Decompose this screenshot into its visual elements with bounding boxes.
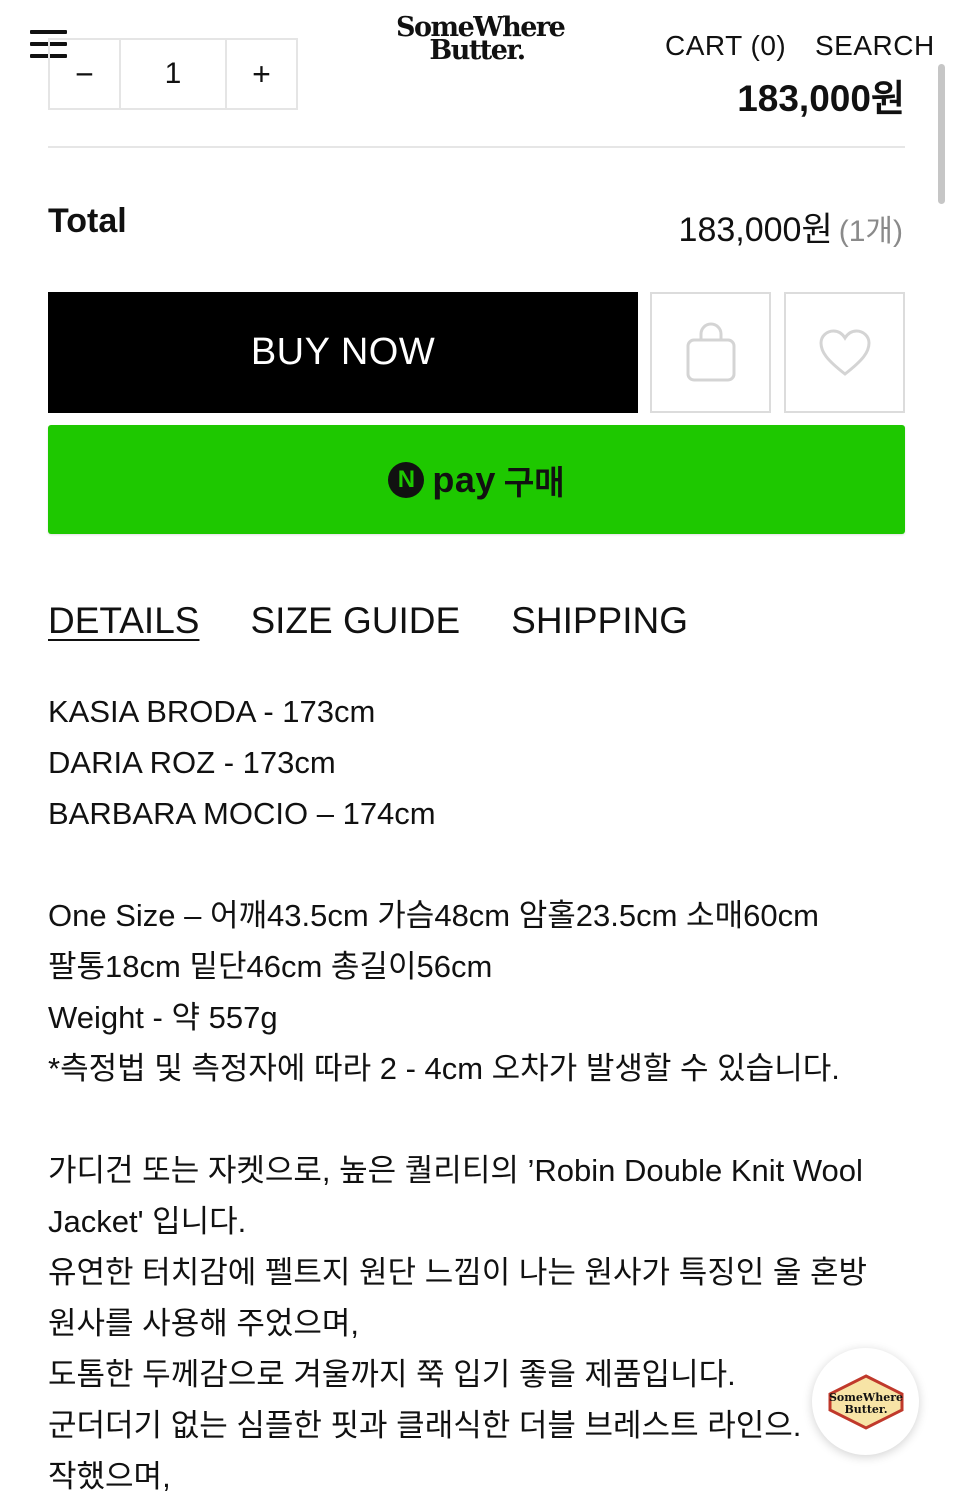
product-info-tabs: DETAILS SIZE GUIDE SHIPPING (48, 600, 739, 642)
naver-n-icon: N (388, 461, 425, 498)
weight-info-line: Weight - 약 557g (48, 1000, 278, 1035)
tab-details[interactable]: DETAILS (48, 600, 199, 642)
brand-logo[interactable]: SomeWhere Butter. (396, 14, 566, 80)
total-label: Total (48, 202, 127, 240)
description-line: Jacket' 입니다. (48, 1204, 247, 1239)
divider (48, 146, 905, 148)
description-line: 작했으며, (48, 1459, 171, 1494)
size-info-line: 팔통18cm 밑단46cm 총길이56cm (48, 949, 493, 984)
total-value: 183,000원 (1개) (679, 202, 903, 251)
description-line: 유연한 터치감에 펠트지 원단 느낌이 나는 원사가 특징인 울 혼방 (48, 1255, 868, 1290)
product-price: 183,000원 (737, 78, 905, 119)
description-line: 군더더기 없는 심플한 핏과 클래식한 더블 브레스트 라인으. (48, 1408, 802, 1443)
quantity-stepper: − 1 + (48, 38, 298, 110)
details-content: KASIA BRODA - 173cm DARIA ROZ - 173cm BA… (48, 686, 908, 1500)
page-scrollbar[interactable] (938, 64, 945, 204)
badge-line-2: Butter. (844, 1403, 887, 1416)
cart-link[interactable]: CART (0) (665, 30, 786, 62)
chat-floating-button[interactable]: SomeWhere Butter. (812, 1348, 919, 1455)
tab-size-guide[interactable]: SIZE GUIDE (250, 600, 460, 642)
model-info-line: KASIA BRODA - 173cm (48, 694, 376, 729)
measurement-note: *측정법 및 측정자에 따라 2 - 4cm 오차가 발생할 수 있습니다. (48, 1051, 840, 1086)
npay-pay-text: pay (432, 458, 496, 500)
brand-badge-icon: SomeWhere Butter. (828, 1373, 903, 1430)
model-info-line: DARIA ROZ - 173cm (48, 745, 336, 780)
model-info-line: BARBARA MOCIO – 174cm (48, 796, 436, 831)
quantity-decrease-button[interactable]: − (50, 40, 121, 108)
wishlist-button[interactable] (784, 292, 905, 413)
description-line: 원사를 사용해 주었으며, (48, 1306, 360, 1341)
tab-shipping[interactable]: SHIPPING (511, 600, 688, 642)
search-link[interactable]: SEARCH (815, 30, 935, 62)
total-amount: 183,000원 (678, 211, 833, 249)
npay-buy-text: 구매 (503, 463, 565, 501)
quantity-value[interactable]: 1 (121, 40, 225, 108)
buy-now-button[interactable]: BUY NOW (48, 292, 638, 413)
description-line: 가디건 또는 자켓으로, 높은 퀄리티의 ’Robin Double Knit … (48, 1153, 863, 1188)
heart-icon (818, 328, 871, 376)
size-info-line: One Size – 어깨43.5cm 가슴48cm 암홀23.5cm 소매60… (48, 898, 819, 933)
total-count: (1개) (838, 215, 903, 248)
add-to-cart-button[interactable] (650, 292, 771, 413)
quantity-increase-button[interactable]: + (225, 40, 296, 108)
shopping-bag-icon (686, 322, 735, 381)
description-line: 도톰한 두께감으로 겨울까지 쭉 입기 좋을 제품입니다. (48, 1357, 736, 1392)
naver-pay-button[interactable]: N pay 구매 (48, 425, 905, 534)
